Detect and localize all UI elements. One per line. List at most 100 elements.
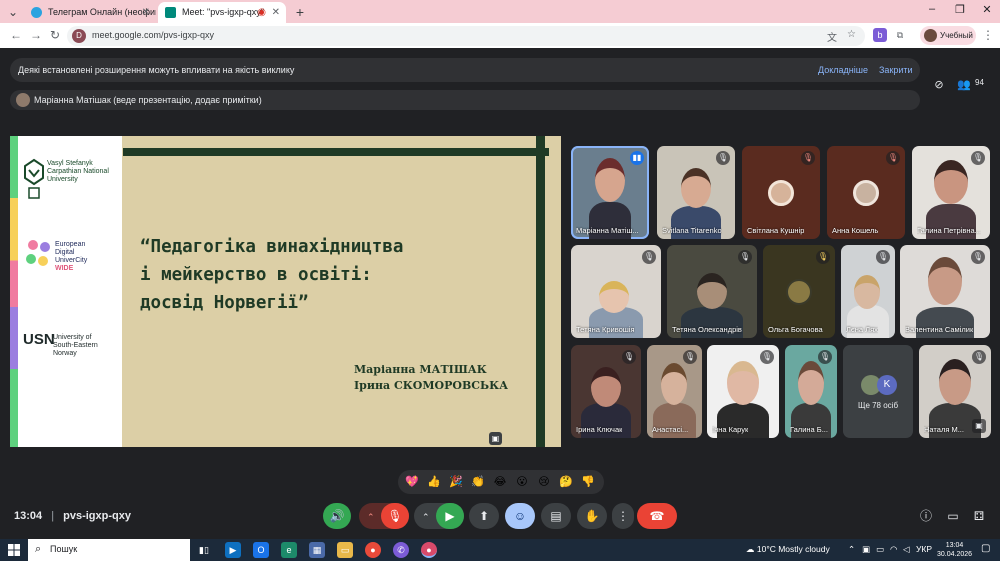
- tab-search-icon[interactable]: ⌄: [4, 3, 22, 21]
- activities-button[interactable]: ⚃: [970, 507, 988, 525]
- edu-line: Digital: [55, 249, 75, 256]
- weather-widget[interactable]: ☁ 10°C Mostly cloudy: [746, 544, 830, 555]
- zoom-icon[interactable]: ▶: [225, 542, 241, 558]
- participants-avatars-icon[interactable]: 👥: [954, 75, 974, 95]
- tab-meet[interactable]: Meet: "pvs-igxp-qxy" ◉ ✕: [158, 2, 286, 23]
- activities-icon: ⚃: [973, 509, 985, 523]
- participant-tile[interactable]: 🎙 Svitlana Titarenko: [657, 146, 735, 239]
- edu-line: European: [55, 241, 86, 248]
- participant-tile[interactable]: 🎙 Ольга Богачова: [763, 245, 835, 338]
- task-view-icon[interactable]: ▮▯: [196, 542, 212, 558]
- participant-tile[interactable]: 🎙 Тетяна Кривошія: [571, 245, 661, 338]
- chevron-up-icon[interactable]: ⌃: [422, 512, 430, 522]
- extension-icon[interactable]: b: [873, 28, 887, 42]
- participant-tile[interactable]: 🎙 ▣ Наталя М...: [919, 345, 991, 438]
- minimize-button[interactable]: –: [923, 3, 941, 15]
- profile-button[interactable]: Учебный: [920, 26, 976, 45]
- tab-telegram[interactable]: Телеграм Онлайн (неофициа... ✕: [24, 2, 156, 23]
- reload-icon[interactable]: ↻: [47, 27, 63, 43]
- reaction-heart[interactable]: 💖: [404, 474, 420, 490]
- wifi-icon[interactable]: ◠: [890, 544, 897, 555]
- network-icon[interactable]: ▭: [876, 544, 884, 555]
- reaction-thinking[interactable]: 🤔: [558, 474, 574, 490]
- more-participants-tile[interactable]: K Ще 78 осіб: [843, 345, 913, 438]
- usn-mark: USN: [23, 331, 55, 348]
- participant-tile[interactable]: 🎙 Галина Б...: [785, 345, 837, 438]
- participant-tile[interactable]: 🎙 Світлана Кушнір: [742, 146, 820, 239]
- chat-button[interactable]: ▭: [944, 507, 962, 525]
- pin-icon[interactable]: ▣: [972, 419, 986, 433]
- address-bar[interactable]: D meet.google.com/pvs-igxp-qxy 文 ☆: [67, 26, 865, 46]
- raise-hand-button[interactable]: ✋: [577, 503, 607, 529]
- presentation-options-icon[interactable]: ▣: [489, 432, 502, 445]
- present-screen-button[interactable]: ⬆: [469, 503, 499, 529]
- tray-overflow-icon[interactable]: ⌃: [848, 544, 855, 555]
- tray-app-icon[interactable]: ▣: [862, 544, 870, 555]
- mic-muted-icon: 🎙: [801, 151, 815, 165]
- weather-text: 10°C Mostly cloudy: [756, 544, 830, 554]
- close-icon[interactable]: ✕: [272, 2, 280, 23]
- meeting-clock: 13:04: [14, 510, 43, 522]
- participant-avatar: [853, 180, 879, 206]
- microphone-toggle-button[interactable]: 🎙: [381, 503, 409, 529]
- audio-output-button[interactable]: 🔊: [323, 503, 351, 529]
- close-window-button[interactable]: ✕: [978, 3, 996, 16]
- mic-muted-icon: 🎙: [716, 151, 730, 165]
- maximize-button[interactable]: ❐: [951, 3, 969, 16]
- participant-tile[interactable]: 🎙 Інна Карук: [707, 345, 779, 438]
- mic-muted-icon: 🎙: [972, 350, 986, 364]
- leave-call-button[interactable]: ☎: [637, 503, 677, 529]
- site-info-icon[interactable]: D: [72, 29, 86, 43]
- participant-tile[interactable]: ▮▮ Маріанна Матіш...: [571, 146, 649, 239]
- url-text[interactable]: meet.google.com/pvs-igxp-qxy: [92, 30, 214, 40]
- outlook-icon[interactable]: O: [253, 542, 269, 558]
- dismiss-link[interactable]: Закрити: [879, 65, 913, 75]
- captions-button[interactable]: ▤: [541, 503, 571, 529]
- more-options-button[interactable]: ⋮: [612, 503, 634, 529]
- separator: |: [51, 510, 55, 522]
- chevron-up-icon[interactable]: ⌃: [367, 512, 375, 522]
- reactions-bar: 💖 👍 🎉 👏 😂 😮 😢 🤔 👎: [398, 470, 604, 494]
- camera-toggle-button[interactable]: ▶: [436, 503, 464, 529]
- search-icon: ⌕: [35, 543, 42, 555]
- volume-icon[interactable]: ◁: [903, 544, 910, 555]
- new-tab-button[interactable]: +: [291, 3, 309, 21]
- participant-tile[interactable]: 🎙 Тетяна Олександрів...: [667, 245, 757, 338]
- reaction-thumbs-down[interactable]: 👎: [580, 474, 596, 490]
- edge-icon[interactable]: e: [281, 542, 297, 558]
- participant-tile[interactable]: 🎙 Галина Петрівна...: [912, 146, 990, 239]
- extensions-puzzle-icon[interactable]: ⧉: [893, 28, 907, 42]
- taskbar-search[interactable]: ⌕ Пошук: [28, 539, 190, 561]
- viber-icon[interactable]: ✆: [393, 542, 409, 558]
- participant-tile[interactable]: 🎙 Валентина Самілик: [900, 245, 990, 338]
- translate-icon[interactable]: 文: [827, 29, 837, 44]
- menu-dots-icon[interactable]: ⋮: [980, 27, 996, 43]
- language-indicator[interactable]: УКР: [916, 544, 932, 554]
- participant-tile[interactable]: 🎙 Лєна Лях: [841, 245, 895, 338]
- forward-icon[interactable]: →: [28, 27, 44, 43]
- bookmark-star-icon[interactable]: ☆: [847, 29, 856, 40]
- reaction-clap[interactable]: 👏: [470, 474, 486, 490]
- reaction-thumbs-up[interactable]: 👍: [426, 474, 442, 490]
- camera-off-icon[interactable]: ⊘: [929, 75, 949, 95]
- windows-start-icon[interactable]: [8, 544, 20, 556]
- vnu-emblem-icon: [24, 158, 44, 199]
- emoji-reactions-button[interactable]: ☺: [505, 503, 535, 529]
- participant-tile[interactable]: 🎙 Ірина Ключак: [571, 345, 641, 438]
- close-icon[interactable]: ✕: [142, 2, 150, 23]
- store-icon[interactable]: ▦: [309, 542, 325, 558]
- reaction-party[interactable]: 🎉: [448, 474, 464, 490]
- participant-tile[interactable]: 🎙 Анастасі...: [647, 345, 702, 438]
- back-icon[interactable]: ←: [8, 27, 24, 43]
- details-link[interactable]: Докладніше: [818, 65, 868, 75]
- chrome-profile-icon[interactable]: ●: [421, 542, 437, 558]
- reaction-surprised[interactable]: 😮: [514, 474, 530, 490]
- chrome-icon[interactable]: ●: [365, 542, 381, 558]
- participant-tile[interactable]: 🎙 Анна Кошель: [827, 146, 905, 239]
- meeting-details-button[interactable]: ⓘ: [917, 507, 935, 525]
- reaction-sad[interactable]: 😢: [536, 474, 552, 490]
- reaction-laugh[interactable]: 😂: [492, 474, 508, 490]
- taskbar-clock[interactable]: 13:04 30.04.2026: [937, 541, 972, 559]
- notification-icon[interactable]: ▢: [981, 543, 990, 554]
- folder-icon[interactable]: ▭: [337, 542, 353, 558]
